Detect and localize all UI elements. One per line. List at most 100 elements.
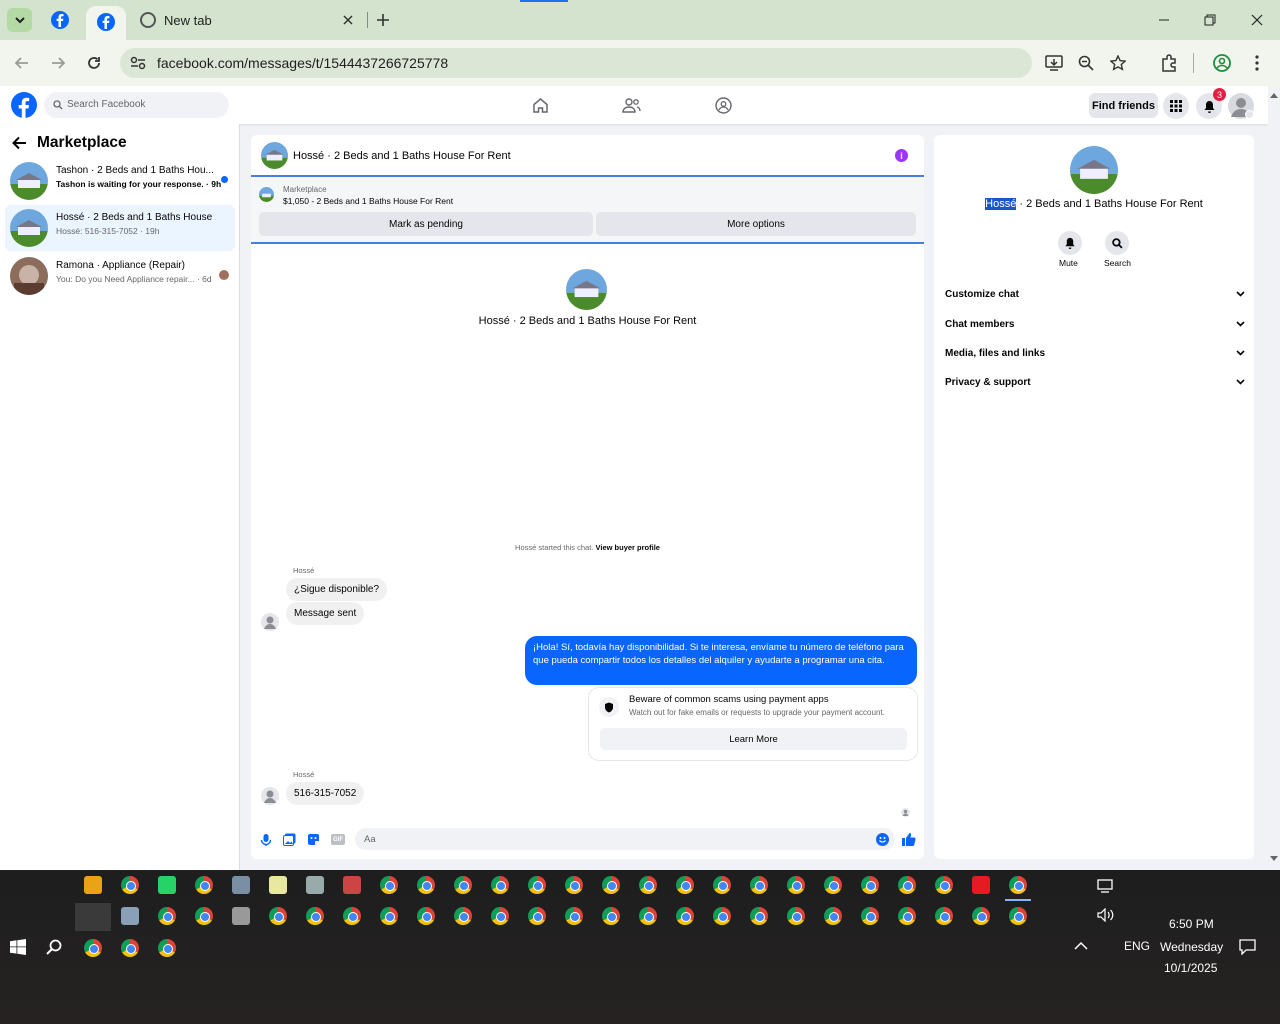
app-taskbar-icon[interactable] [121,907,139,925]
chrome-taskbar-icon[interactable] [935,876,953,894]
more-options-button[interactable]: More options [596,212,916,236]
new-tab-plus-icon[interactable] [376,13,390,27]
chrome-taskbar-icon[interactable] [528,876,546,894]
language-indicator[interactable]: ENG [1124,939,1150,953]
chrome-taskbar-icon[interactable] [380,907,398,925]
close-window-icon[interactable] [1251,14,1263,26]
account-dropdown[interactable] [1245,110,1254,119]
app-taskbar-icon[interactable] [158,876,176,894]
profile-icon[interactable] [1213,54,1231,72]
chrome-taskbar-icon[interactable] [454,907,472,925]
chrome-taskbar-icon[interactable] [824,907,842,925]
notification-center-icon[interactable] [1239,939,1256,955]
tab-facebook-active[interactable] [86,6,126,40]
chrome-taskbar-icon[interactable] [528,907,546,925]
menu-button[interactable] [1163,93,1189,119]
listing-price-title[interactable]: $1,050 - 2 Beds and 1 Baths House For Re… [283,196,453,206]
incoming-message[interactable]: Message sent [286,602,365,625]
app-taskbar-icon[interactable] [306,876,324,894]
chrome-taskbar-icon[interactable] [750,876,768,894]
chrome-taskbar-icon[interactable] [121,939,139,957]
chat-members-section[interactable]: Chat members [945,314,1245,334]
forward-arrow-icon[interactable] [50,55,66,71]
chrome-taskbar-icon[interactable] [158,939,176,957]
chrome-taskbar-icon[interactable] [84,939,102,957]
message-input[interactable]: Aa [355,828,895,850]
chrome-taskbar-icon[interactable] [602,907,620,925]
app-taskbar-icon[interactable] [972,876,990,894]
chrome-taskbar-icon[interactable] [639,907,657,925]
tab-facebook-1[interactable] [50,10,70,30]
app-taskbar-icon[interactable] [232,876,250,894]
groups-icon[interactable] [715,97,732,114]
chrome-taskbar-icon[interactable] [158,907,176,925]
clock-day[interactable]: Wednesday [1160,940,1223,954]
sticker-icon[interactable] [307,833,320,846]
tab-search-button[interactable] [7,8,32,32]
address-bar[interactable]: facebook.com/messages/t/1544437266725778 [120,48,1032,78]
scroll-down-icon[interactable] [1270,856,1278,862]
chrome-taskbar-icon[interactable] [269,907,287,925]
app-taskbar-icon[interactable] [84,876,102,894]
chrome-taskbar-icon[interactable] [861,876,879,894]
chrome-taskbar-icon[interactable] [972,907,990,925]
chrome-taskbar-icon[interactable] [750,907,768,925]
restore-icon[interactable] [1204,14,1216,26]
chrome-taskbar-icon[interactable] [898,876,916,894]
sender-avatar[interactable] [261,787,279,805]
gif-icon[interactable]: GIF [331,834,345,845]
mute-button[interactable] [1058,231,1082,255]
volume-icon[interactable] [1097,908,1115,922]
close-icon[interactable] [342,14,354,26]
chrome-taskbar-icon[interactable] [713,907,731,925]
chrome-taskbar-icon[interactable] [454,876,472,894]
emoji-icon[interactable] [876,833,889,846]
back-arrow-icon[interactable] [14,55,30,71]
photo-icon[interactable] [283,833,296,846]
chrome-taskbar-icon[interactable] [935,907,953,925]
app-taskbar-icon[interactable] [232,907,250,925]
extensions-icon[interactable] [1160,54,1178,72]
search-icon[interactable] [46,939,62,955]
facebook-logo-icon[interactable] [11,92,37,118]
find-friends-button[interactable]: Find friends [1089,93,1158,118]
app-taskbar-icon[interactable] [269,876,287,894]
media-files-links-section[interactable]: Media, files and links [945,343,1245,363]
customize-chat-section[interactable]: Customize chat [945,284,1245,304]
chrome-taskbar-icon[interactable] [861,907,879,925]
facebook-search-box[interactable]: Search Facebook [44,92,229,118]
zoom-icon[interactable] [1078,55,1094,71]
site-info-icon[interactable] [130,56,146,70]
chrome-taskbar-icon[interactable] [343,907,361,925]
chrome-taskbar-icon[interactable] [787,907,805,925]
chrome-taskbar-icon[interactable] [417,907,435,925]
chrome-taskbar-icon[interactable] [1009,876,1027,894]
scroll-up-icon[interactable] [1270,92,1278,98]
chrome-taskbar-icon[interactable] [787,876,805,894]
info-icon[interactable]: i [895,149,908,162]
chat-header-title[interactable]: Hossé · 2 Beds and 1 Baths House For Ren… [293,150,511,162]
chrome-taskbar-icon[interactable] [602,876,620,894]
bookmark-star-icon[interactable] [1110,55,1126,71]
minimize-icon[interactable] [1158,14,1170,26]
conversation-tashon[interactable]: Tashon · 2 Beds and 1 Baths Hou... Tasho… [5,158,235,204]
outgoing-message[interactable]: ¡Hola! Sí, todavía hay disponibilidad. S… [525,636,917,685]
chrome-taskbar-icon[interactable] [380,876,398,894]
clock-date[interactable]: 10/1/2025 [1164,961,1217,975]
chrome-taskbar-icon[interactable] [565,907,583,925]
chrome-taskbar-icon[interactable] [824,876,842,894]
info-avatar[interactable] [1070,146,1118,194]
friends-icon[interactable] [622,97,641,114]
sender-avatar[interactable] [261,613,279,631]
privacy-support-section[interactable]: Privacy & support [945,372,1245,392]
chrome-taskbar-icon[interactable] [565,876,583,894]
reload-icon[interactable] [86,55,102,71]
chevron-up-icon[interactable] [1074,941,1088,950]
chrome-taskbar-icon[interactable] [121,876,139,894]
install-app-icon[interactable] [1045,55,1063,71]
conversation-ramona[interactable]: Ramona · Appliance (Repair) You: Do you … [5,253,235,299]
chrome-taskbar-icon[interactable] [639,876,657,894]
back-arrow-icon[interactable] [12,136,27,150]
tab-new-tab[interactable]: New tab [134,6,364,34]
chrome-taskbar-icon[interactable] [713,876,731,894]
